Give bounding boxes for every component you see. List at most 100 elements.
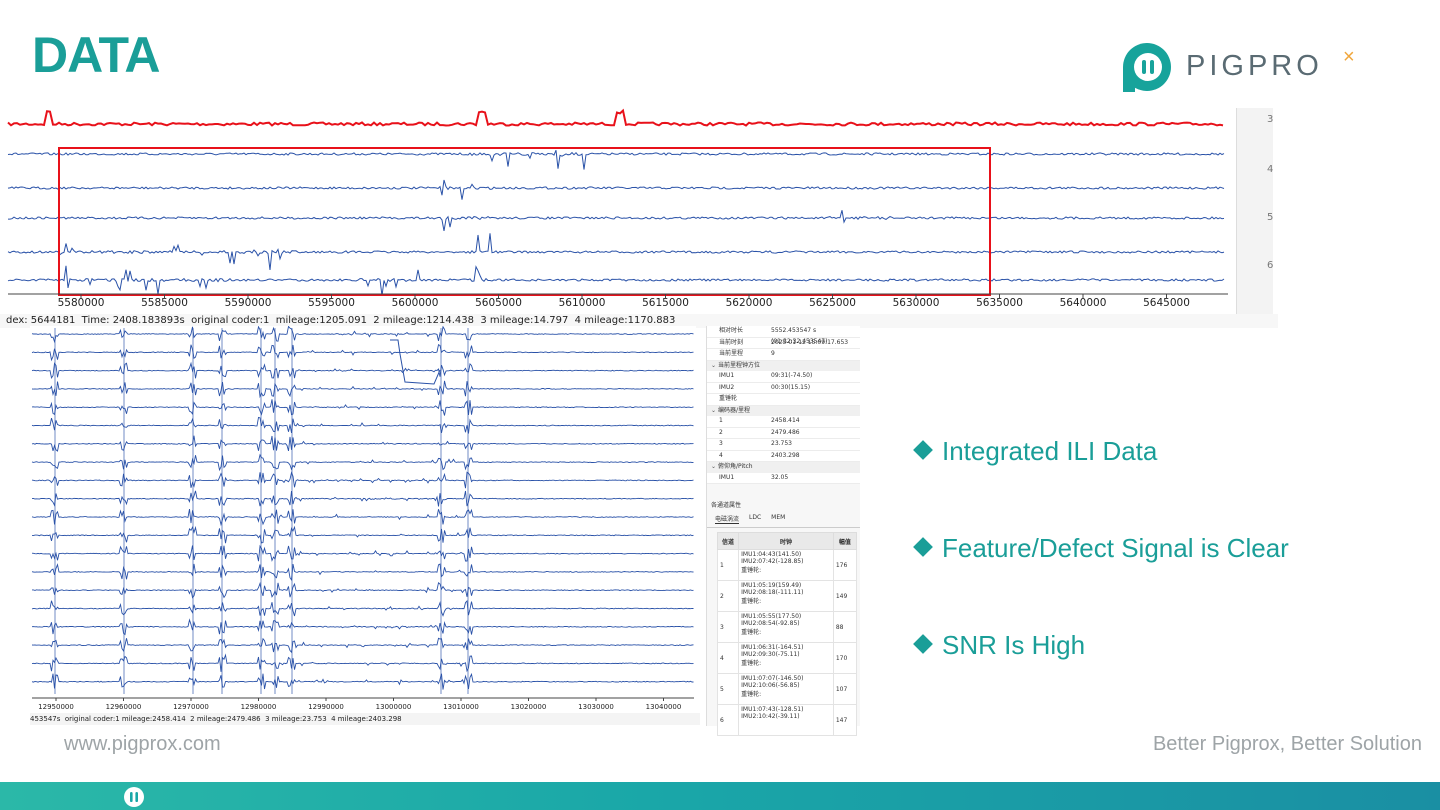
property-row[interactable]: 相对时长 5552.453547 s (01:32:32.453547) <box>707 326 860 345</box>
bullet-text: Feature/Defect Signal is Clear <box>942 533 1289 563</box>
x-tick-label: 12990000 <box>308 703 344 711</box>
defect-highlight-box <box>58 147 991 296</box>
x-tick-label: 13000000 <box>376 703 412 711</box>
tab-ldc[interactable]: LDC <box>749 514 761 524</box>
table-row[interactable]: 1 IMU1:04:43(141.50) IMU2:07:42(-128.85) … <box>716 549 858 581</box>
column-header-clock[interactable]: 时钟 <box>738 532 834 550</box>
bullet-text: SNR Is High <box>942 630 1086 660</box>
property-key: 重锤轮 <box>719 395 738 402</box>
page-title: DATA <box>32 27 160 83</box>
channel-trace <box>31 453 694 472</box>
pigprox-logo-icon <box>1123 43 1171 92</box>
property-key: IMU1 <box>719 372 735 379</box>
x-tick-label: 5625000 <box>809 297 856 309</box>
channel-trace <box>31 325 694 344</box>
channel-trace <box>31 380 694 399</box>
channel-trace <box>31 471 694 489</box>
upper-signal-chart[interactable]: 5580000 5585000 5590000 5595000 5600000 56050… <box>0 108 1272 326</box>
amplitude-cell: 107 <box>832 673 858 705</box>
table-row[interactable]: 3 IMU1:05:55(177.50) IMU2:08:54(-92.85) 重… <box>716 611 858 643</box>
x-tick-label: 5585000 <box>141 297 188 309</box>
x-tick-label: 5580000 <box>58 297 105 309</box>
channel-trace <box>31 490 694 507</box>
channel-trace <box>31 508 694 527</box>
logo-wordmark: PIGPRO <box>1186 50 1323 82</box>
property-value: 9 <box>771 350 775 357</box>
x-tick-label: 5635000 <box>976 297 1023 309</box>
channel-trace <box>31 599 694 617</box>
step-signal <box>390 339 441 385</box>
clock-cell: IMU1:05:55(177.50) IMU2:08:54(-92.85) 重锤… <box>738 611 834 643</box>
channel-cell: 1 <box>716 549 740 581</box>
amplitude-cell: 147 <box>832 704 858 736</box>
channel-trace <box>31 563 694 582</box>
tab-mem[interactable]: MEM <box>771 514 785 524</box>
signal-trace-red <box>7 108 1224 127</box>
footer-band <box>0 782 1440 810</box>
x-tick-label: 13030000 <box>578 703 614 711</box>
x-tick-label: 5600000 <box>392 297 439 309</box>
property-row[interactable]: IMU1 09:31(-74.50) <box>707 371 860 383</box>
property-key: 1 <box>719 417 723 424</box>
channel-cell: 5 <box>716 673 740 705</box>
property-row[interactable]: 1 2458.414 <box>707 416 860 428</box>
property-value: 2025-01-12 15:09:17.653 <box>771 338 849 346</box>
property-key: 当前时刻 <box>719 338 744 346</box>
x-tick-label: 12970000 <box>173 703 209 711</box>
x-tick-label: 5645000 <box>1143 297 1190 309</box>
amplitude-cell: 170 <box>832 642 858 674</box>
property-row[interactable]: IMU2 00:30(15.15) <box>707 382 860 394</box>
table-row[interactable]: 4 IMU1:06:31(-164.51) IMU2:09:30(-75.11) … <box>716 642 858 674</box>
property-row[interactable]: 重锤轮 <box>707 394 860 406</box>
properties-panel: 相对时长 5552.453547 s (01:32:32.453547) 当前时刻 2… <box>706 326 860 736</box>
upper-signal-plot[interactable]: 5580000 5585000 5590000 5595000 5600000 56050… <box>0 108 1236 314</box>
channel-trace <box>31 672 694 690</box>
lower-signal-chart[interactable]: 12950000 12960000 12970000 12980000 12990000… <box>30 325 696 726</box>
channel-cell: 3 <box>716 611 740 643</box>
table-row[interactable]: 6 IMU1:07:43(-128.51) IMU2:10:42(-39.11) 1… <box>716 704 858 736</box>
clock-cell: IMU1:04:43(141.50) IMU2:07:42(-128.85) 重… <box>738 549 834 581</box>
signal-trace-blue <box>7 265 1225 296</box>
channel-trace <box>31 399 694 416</box>
property-value: 2403.298 <box>771 451 800 459</box>
property-row[interactable]: 2 2479.486 <box>707 427 860 439</box>
property-row[interactable]: IMU1 32.05 <box>707 472 860 484</box>
table-row[interactable]: 5 IMU1:07:07(-146.50) IMU2:10:06(-56.85) … <box>716 673 858 705</box>
pigprox-logo: PIGPRO × <box>1120 40 1370 94</box>
lower-status-bar: 453547s original coder:1 mileage:2458.41… <box>30 713 700 725</box>
column-header-amplitude[interactable]: 幅值 <box>832 532 858 550</box>
property-row[interactable]: 3 23.753 <box>707 439 860 451</box>
group-clock-heading[interactable]: 当前里程钟方位 <box>707 360 860 371</box>
property-key: 4 <box>719 451 723 459</box>
x-tick-label: 13040000 <box>646 703 682 711</box>
amplitude-cell: 88 <box>832 611 858 643</box>
channel-trace <box>31 653 694 673</box>
lower-signal-plot[interactable]: 12950000 12960000 12970000 12980000 12990000… <box>30 325 696 714</box>
property-key: IMU2 <box>719 383 735 391</box>
group-pitch-heading[interactable]: 俯仰角/Pitch <box>707 462 860 473</box>
x-tick-label: 12950000 <box>38 703 74 711</box>
column-header-channel[interactable]: 信道 <box>716 532 740 550</box>
x-tick-label: 5630000 <box>893 297 940 309</box>
property-value: 5552.453547 s (01:32:32.453547) <box>771 327 828 345</box>
channel-trace <box>31 544 694 562</box>
property-row[interactable]: 4 2403.298 <box>707 450 860 462</box>
channel-properties-title: 各通道属性 <box>711 502 742 509</box>
table-row[interactable]: 2 IMU1:05:19(159.49) IMU2:08:18(-111.11) … <box>716 580 858 612</box>
signal-trace-blue <box>7 179 1225 200</box>
property-row[interactable]: 当前里程 9 <box>707 349 860 361</box>
channel-trace <box>31 416 694 434</box>
property-row[interactable]: 当前时刻 2025-01-12 15:09:17.653 <box>707 337 860 349</box>
channel-cell: 2 <box>716 580 740 612</box>
x-tick-label: 12960000 <box>106 703 142 711</box>
property-value <box>771 394 860 405</box>
x-tick-label: 12980000 <box>241 703 277 711</box>
footer-slogan: Better Pigprox, Better Solution <box>1152 733 1422 755</box>
side-tick: 3 <box>1267 114 1274 125</box>
clock-cell: IMU1:06:31(-164.51) IMU2:09:30(-75.11) 重… <box>738 642 834 674</box>
property-value: 09:31(-74.50) <box>771 372 813 379</box>
group-mileage-heading[interactable]: 编码器/里程 <box>707 405 860 416</box>
tab-eddy-current[interactable]: 电磁涡流 <box>715 514 740 524</box>
footer-website[interactable]: www.pigprox.com <box>64 733 221 756</box>
channel-table: 信道 时钟 幅值 1 IMU1:04:43(141.50) IMU2:07:42(… <box>716 532 858 736</box>
